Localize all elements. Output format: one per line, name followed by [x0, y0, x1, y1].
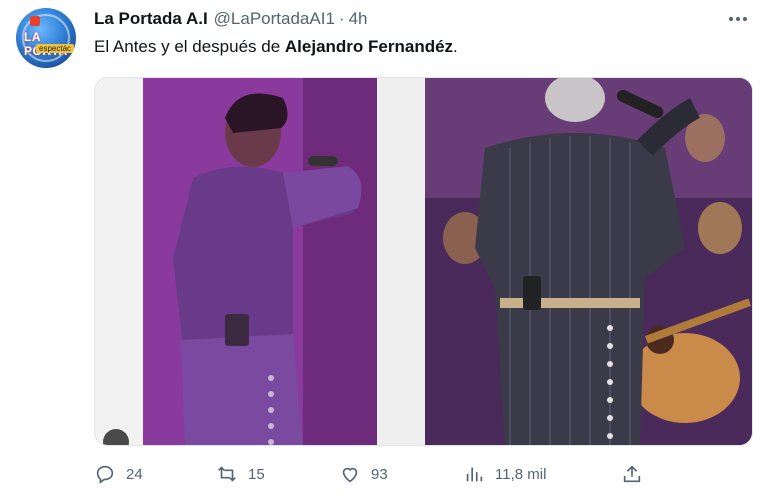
- tweet-text: El Antes y el después de Alejandro Ferna…: [94, 37, 458, 57]
- more-horizontal-icon: [743, 17, 747, 21]
- views-button[interactable]: 11,8 mil: [463, 462, 546, 486]
- reply-button[interactable]: 24: [94, 462, 143, 486]
- reply-icon: [96, 465, 114, 484]
- media-container[interactable]: [94, 77, 753, 446]
- avatar[interactable]: LA PORTA espectác: [16, 8, 76, 68]
- like-count: 93: [371, 465, 388, 483]
- tweet-text-suffix: .: [453, 37, 458, 56]
- tweet-header: La Portada A.I @LaPortadaAI1 · 4h: [94, 9, 368, 29]
- reply-count: 24: [126, 465, 143, 483]
- share-icon: [623, 465, 641, 483]
- media-padding-left: [95, 78, 143, 445]
- author-name[interactable]: La Portada A.I: [94, 9, 208, 29]
- more-options-button[interactable]: [728, 10, 748, 28]
- views-chart-icon: [466, 467, 483, 482]
- timestamp[interactable]: 4h: [349, 9, 368, 29]
- retweet-icon: [218, 466, 236, 482]
- tweet-text-mention: Alejandro Fernandéz: [284, 37, 454, 56]
- more-horizontal-icon: [736, 17, 740, 21]
- photo-before[interactable]: [143, 78, 377, 445]
- avatar-logo-mark: [30, 16, 40, 26]
- photo-before-illustration: [143, 78, 377, 445]
- heart-icon: [342, 467, 358, 483]
- like-button[interactable]: 93: [339, 462, 388, 486]
- photo-after-illustration: [425, 78, 752, 445]
- tweet-text-prefix: El Antes y el después de: [94, 37, 285, 56]
- author-handle[interactable]: @LaPortadaAI1: [214, 9, 335, 29]
- share-button[interactable]: [621, 462, 643, 486]
- photo-after[interactable]: [425, 78, 752, 445]
- action-bar: 24 15 93 11,8 mil: [94, 462, 654, 486]
- media-divider: [377, 78, 425, 445]
- avatar-logo-subtext: espectác: [36, 44, 75, 53]
- retweet-button[interactable]: 15: [216, 462, 265, 486]
- more-horizontal-icon: [729, 17, 733, 21]
- views-count: 11,8 mil: [495, 465, 547, 483]
- retweet-count: 15: [248, 465, 265, 483]
- separator-dot: ·: [338, 9, 345, 28]
